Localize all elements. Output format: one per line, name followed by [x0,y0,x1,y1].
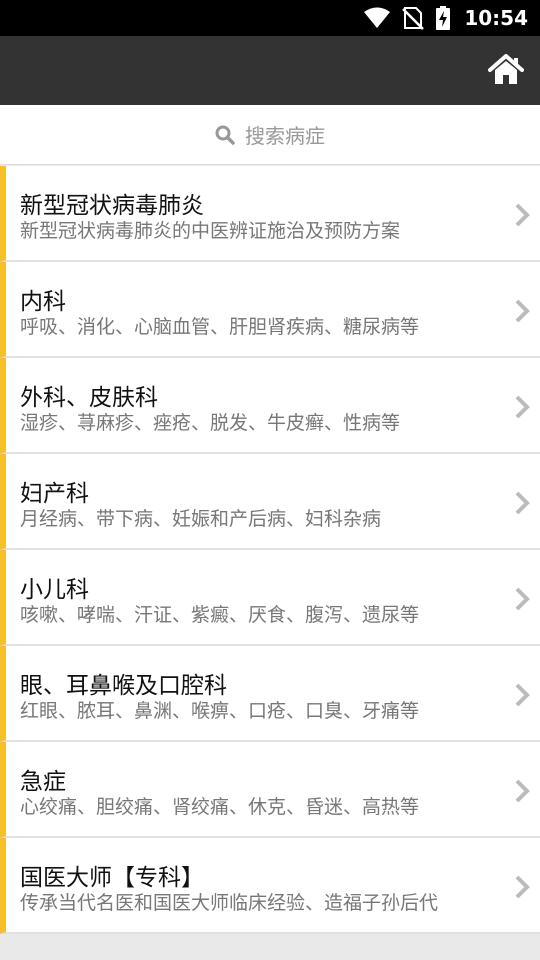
list-item-master-physicians[interactable]: 国医大师【专科】 传承当代名医和国医大师临床经验、造福子孙后代 [0,838,540,934]
list-item-obstetrics-gynecology[interactable]: 妇产科 月经病、带下病、妊娠和产后病、妇科杂病 [0,454,540,550]
item-title: 眼、耳鼻喉及口腔科 [20,673,227,699]
app-bar [0,36,540,105]
chevron-right-icon [515,299,530,323]
item-title: 小儿科 [20,577,89,603]
list-item-emergency[interactable]: 急症 心绞痛、胆绞痛、肾绞痛、休克、昏迷、高热等 [0,742,540,838]
search-placeholder: 搜索病症 [245,124,325,148]
chevron-right-icon [515,779,530,803]
search-icon [215,125,235,145]
item-title: 国医大师【专科】 [20,865,204,891]
list-item-pediatrics[interactable]: 小儿科 咳嗽、哮喘、汗证、紫癜、厌食、腹泻、遗尿等 [0,550,540,646]
chevron-right-icon [515,587,530,611]
item-title: 外科、皮肤科 [20,385,158,411]
status-icons: 10:54 [364,0,528,36]
status-bar: 10:54 [0,0,540,36]
list-item-internal-medicine[interactable]: 内科 呼吸、消化、心脑血管、肝胆肾疾病、糖尿病等 [0,262,540,358]
no-sim-icon [402,7,425,30]
item-title: 内科 [20,289,66,315]
item-description: 湿疹、荨麻疹、痤疮、脱发、牛皮癣、性病等 [20,412,401,434]
item-description: 月经病、带下病、妊娠和产后病、妇科杂病 [20,508,382,530]
item-title: 妇产科 [20,481,89,507]
item-description: 传承当代名医和国医大师临床经验、造福子孙后代 [20,892,439,914]
wifi-icon [364,7,391,28]
chevron-right-icon [515,875,530,899]
chevron-right-icon [515,395,530,419]
item-description: 红眼、脓耳、鼻渊、喉痹、口疮、口臭、牙痛等 [20,700,420,722]
home-button[interactable] [488,54,524,86]
chevron-right-icon [515,491,530,515]
list-item-surgery-dermatology[interactable]: 外科、皮肤科 湿疹、荨麻疹、痤疮、脱发、牛皮癣、性病等 [0,358,540,454]
chevron-right-icon [515,203,530,227]
item-title: 新型冠状病毒肺炎 [20,193,204,219]
home-icon [488,54,524,84]
list-item-covid19[interactable]: 新型冠状病毒肺炎 新型冠状病毒肺炎的中医辨证施治及预防方案 [0,166,540,262]
chevron-right-icon [515,683,530,707]
list-item-ent-ophthalmology-dental[interactable]: 眼、耳鼻喉及口腔科 红眼、脓耳、鼻渊、喉痹、口疮、口臭、牙痛等 [0,646,540,742]
category-list: 新型冠状病毒肺炎 新型冠状病毒肺炎的中医辨证施治及预防方案 内科 呼吸、消化、心… [0,166,540,934]
search-bar[interactable]: 搜索病症 [0,105,540,165]
item-title: 急症 [20,769,66,795]
battery-charging-icon [436,6,451,30]
item-description: 咳嗽、哮喘、汗证、紫癜、厌食、腹泻、遗尿等 [20,604,420,626]
status-time: 10:54 [464,6,528,30]
item-description: 新型冠状病毒肺炎的中医辨证施治及预防方案 [20,220,401,242]
item-description: 呼吸、消化、心脑血管、肝胆肾疾病、糖尿病等 [20,316,420,338]
item-description: 心绞痛、胆绞痛、肾绞痛、休克、昏迷、高热等 [20,796,420,818]
